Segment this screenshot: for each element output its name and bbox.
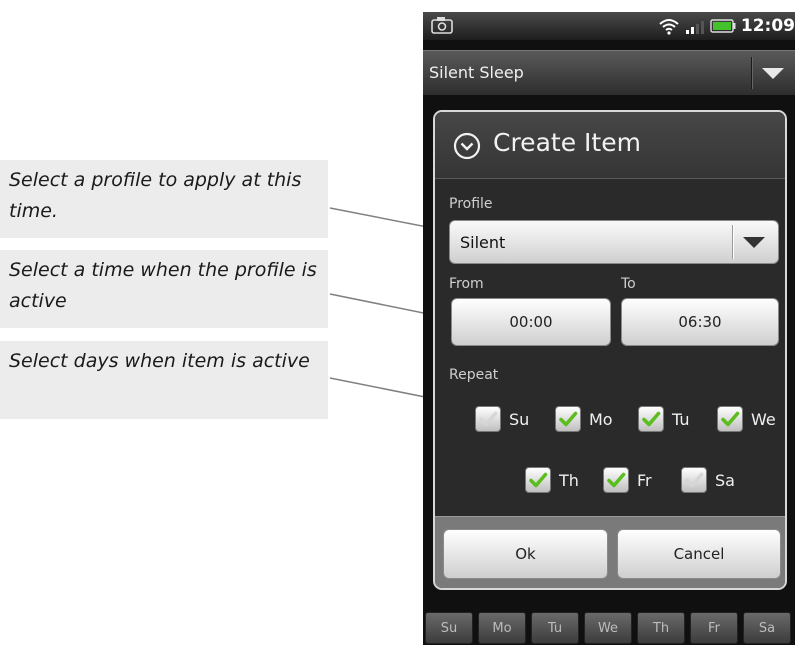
phone-screen: 12:09 Silent Sleep Create Item Profile S… — [423, 12, 795, 645]
day-label: Sa — [715, 470, 735, 490]
checkbox-checked-icon[interactable] — [638, 406, 664, 432]
day-tab-fr[interactable]: Fr — [690, 612, 738, 644]
day-label: Tu — [672, 409, 690, 429]
repeat-label: Repeat — [449, 367, 499, 383]
camera-icon — [431, 17, 453, 34]
from-time-button[interactable]: 00:00 — [451, 298, 611, 346]
chevron-down-icon — [762, 68, 784, 79]
status-bar: 12:09 — [423, 12, 795, 40]
callout-time: Select a time when the profile is active — [0, 250, 328, 328]
spinner-divider — [732, 225, 733, 259]
day-tabs: Su Mo Tu We Th Fr Sa — [423, 612, 795, 645]
cancel-button[interactable]: Cancel — [617, 529, 781, 579]
ok-button[interactable]: Ok — [443, 529, 608, 579]
day-checkbox-su[interactable]: Su — [475, 404, 529, 434]
to-label: To — [621, 276, 636, 292]
day-checkbox-we[interactable]: We — [717, 404, 776, 434]
day-checkbox-tu[interactable]: Tu — [638, 404, 689, 434]
from-label: From — [449, 276, 484, 292]
checkbox-checked-icon[interactable] — [717, 406, 743, 432]
day-tab-tu[interactable]: Tu — [531, 612, 579, 644]
collapse-circle-icon — [453, 132, 481, 160]
create-item-dialog: Create Item Profile Silent From To 00:00… — [433, 110, 787, 590]
profile-spinner[interactable]: Silent — [449, 220, 779, 264]
day-tab-th[interactable]: Th — [637, 612, 685, 644]
day-checkbox-sa[interactable]: Sa — [681, 465, 735, 495]
checkbox-checked-icon[interactable] — [555, 406, 581, 432]
wifi-icon — [659, 19, 679, 35]
day-label: Th — [559, 470, 579, 490]
checkbox-unchecked-icon[interactable] — [475, 406, 501, 432]
day-label: We — [751, 409, 776, 429]
day-tab-we[interactable]: We — [584, 612, 632, 644]
day-tab-mo[interactable]: Mo — [478, 612, 526, 644]
signal-icon — [685, 21, 704, 34]
callout-profile: Select a profile to apply at this time. — [0, 160, 328, 238]
schedule-spinner[interactable]: Silent Sleep — [423, 50, 795, 96]
day-tab-su[interactable]: Su — [425, 612, 473, 644]
callout-days: Select days when item is active — [0, 341, 328, 419]
schedule-spinner-value: Silent Sleep — [429, 63, 524, 82]
chevron-down-icon — [743, 237, 765, 248]
day-tab-sa[interactable]: Sa — [743, 612, 791, 644]
day-label: Su — [509, 409, 530, 429]
checkbox-unchecked-icon[interactable] — [681, 467, 707, 493]
dialog-header: Create Item — [435, 112, 785, 179]
checkbox-checked-icon[interactable] — [603, 467, 629, 493]
checkbox-checked-icon[interactable] — [525, 467, 551, 493]
profile-label: Profile — [449, 196, 493, 212]
spinner-divider — [751, 57, 752, 89]
day-checkbox-fr[interactable]: Fr — [603, 465, 652, 495]
status-time: 12:09 — [740, 16, 795, 36]
day-label: Mo — [589, 409, 613, 429]
day-checkbox-mo[interactable]: Mo — [555, 404, 613, 434]
day-label: Fr — [637, 470, 652, 490]
battery-icon — [710, 19, 736, 33]
day-checkbox-th[interactable]: Th — [525, 465, 579, 495]
dialog-button-bar: Ok Cancel — [435, 516, 785, 588]
dialog-title: Create Item — [493, 128, 641, 157]
to-time-button[interactable]: 06:30 — [621, 298, 779, 346]
profile-value: Silent — [460, 233, 506, 252]
